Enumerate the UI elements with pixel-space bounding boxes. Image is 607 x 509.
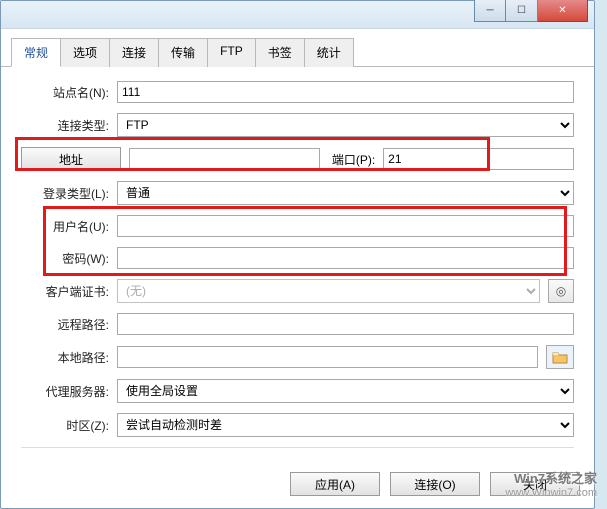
login-type-label: 登录类型(L): [21,185,109,202]
user-label: 用户名(U): [21,218,109,235]
tab-options[interactable]: 选项 [60,38,110,67]
conn-type-label: 连接类型: [21,117,109,134]
remote-path-label: 远程路径: [21,316,109,333]
local-path-label: 本地路径: [21,349,109,366]
close-icon: ✕ [558,5,566,16]
window-controls: ─ ☐ ✕ [474,0,588,22]
apply-button[interactable]: 应用(A) [290,472,380,496]
tab-transfer[interactable]: 传输 [158,38,208,67]
port-input[interactable] [383,148,574,170]
title-bar[interactable]: ─ ☐ ✕ [1,1,594,29]
cert-browse-button[interactable]: ◎ [548,279,574,303]
site-name-input[interactable] [117,81,574,103]
local-path-browse-button[interactable] [546,345,574,369]
site-name-label: 站点名(N): [21,84,109,101]
minimize-button[interactable]: ─ [474,0,506,22]
local-path-input[interactable] [117,346,538,368]
folder-icon [552,350,568,364]
proxy-select[interactable]: 使用全局设置 [117,379,574,403]
maximize-icon: ☐ [517,5,526,16]
connect-button[interactable]: 连接(O) [390,472,480,496]
timezone-select[interactable]: 尝试自动检测时差 [117,413,574,437]
tab-stats[interactable]: 统计 [304,38,354,67]
timezone-label: 时区(Z): [21,417,109,434]
dialog-footer: 应用(A) 连接(O) 关闭 [290,472,580,496]
address-input[interactable] [129,148,320,170]
tab-connection[interactable]: 连接 [109,38,159,67]
password-label: 密码(W): [21,250,109,267]
remote-path-input[interactable] [117,313,574,335]
close-window-button[interactable]: ✕ [538,0,588,22]
tab-bookmark[interactable]: 书签 [255,38,305,67]
login-type-select[interactable]: 普通 [117,181,574,205]
address-button[interactable]: 地址 [21,147,121,171]
search-icon: ◎ [556,284,566,298]
settings-dialog: ─ ☐ ✕ 常规 选项 连接 传输 FTP 书签 统计 站点名(N): 连接类型… [0,0,595,509]
separator [21,447,574,448]
tab-general[interactable]: 常规 [11,38,61,67]
client-cert-select: (无) [117,279,540,303]
maximize-button[interactable]: ☐ [506,0,538,22]
client-cert-label: 客户端证书: [21,283,109,300]
tab-ftp[interactable]: FTP [207,38,256,67]
close-button[interactable]: 关闭 [490,472,580,496]
password-input[interactable] [117,247,574,269]
port-label: 端口(P): [332,151,375,168]
conn-type-select[interactable]: FTP [117,113,574,137]
tab-bar: 常规 选项 连接 传输 FTP 书签 统计 [1,29,594,67]
minimize-icon: ─ [486,5,493,16]
form-area: 站点名(N): 连接类型: FTP 地址 端口(P): 登录类型(L): 普通 … [1,67,594,468]
proxy-label: 代理服务器: [21,383,109,400]
user-input[interactable] [117,215,574,237]
